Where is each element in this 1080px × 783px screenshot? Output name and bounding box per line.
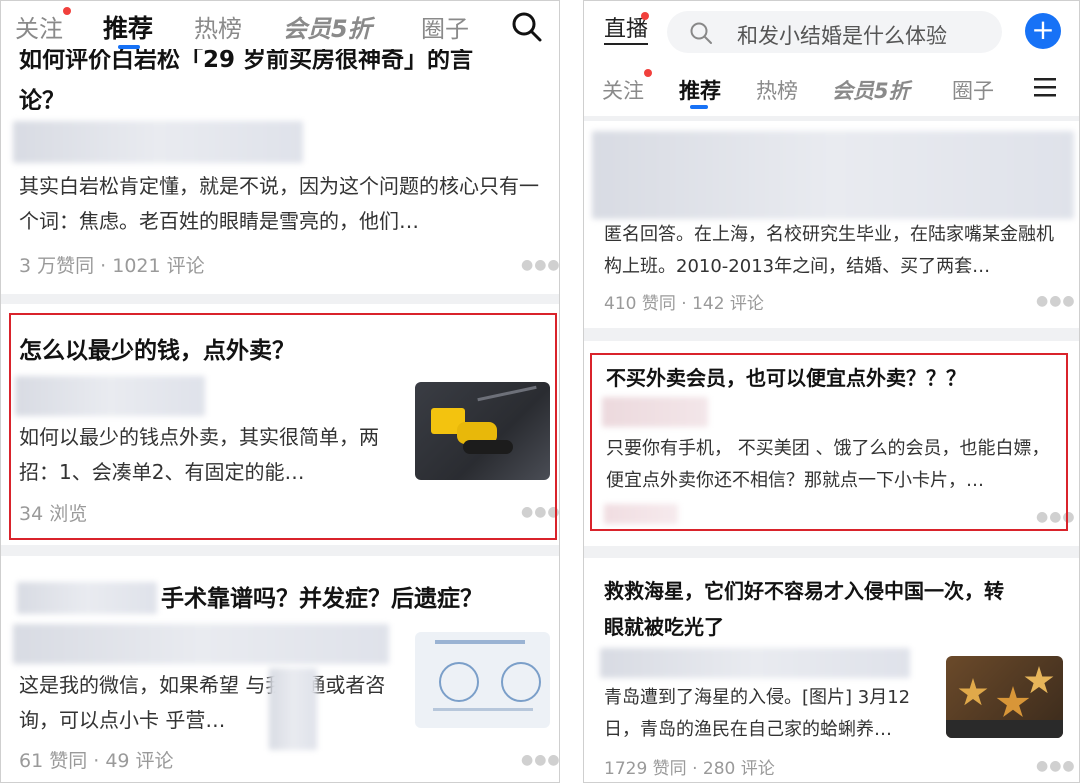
tab-vip[interactable]: 会员5折: [283, 9, 372, 44]
right-phone-screen: 直播 和发小结婚是什么体验 + 关注 推荐 热榜 会员5折 圈子 匿名回答。在上…: [583, 0, 1080, 783]
author-info-blurred: [13, 121, 303, 163]
more-icon[interactable]: ●●●: [1036, 509, 1076, 525]
feed-card[interactable]: 手术靠谱吗？并发症？后遗症？ 这是我的微信，如果希望 与我沟通或者咨询，可以点小…: [1, 556, 559, 782]
notification-dot: [63, 7, 71, 15]
plus-icon[interactable]: +: [1025, 13, 1061, 49]
delivery-rider-image: [415, 382, 550, 480]
author-info-blurred: [13, 624, 389, 664]
card-title-cont[interactable]: 论？: [19, 82, 65, 120]
tab-circle[interactable]: 圈子: [952, 75, 994, 105]
card-excerpt[interactable]: 青岛遭到了海星的入侵。[图片] 3月12日，青岛的渔民在自己家的蛤蜊养…: [604, 682, 944, 746]
card-title[interactable]: 如何评价白岩松「29 岁前买房很神奇」的言: [19, 49, 473, 79]
tab-circle[interactable]: 圈子: [421, 9, 469, 44]
feed-card[interactable]: 匿名回答。在上海，名校研究生毕业，在陆家嘴某金融机构上班。2010-2013年之…: [584, 121, 1079, 328]
meta-blurred: [604, 504, 678, 524]
author-info-blurred: [15, 376, 205, 416]
search-placeholder: 和发小结婚是什么体验: [737, 24, 947, 48]
author-info-blurred: [600, 648, 910, 678]
tab-recommend[interactable]: 推荐: [103, 9, 153, 45]
notification-dot: [644, 69, 652, 77]
card-title-cont[interactable]: 眼就被吃光了: [604, 608, 724, 646]
tab-recommend[interactable]: 推荐: [679, 75, 721, 105]
live-button[interactable]: 直播: [604, 17, 649, 45]
tab-hot[interactable]: 热榜: [194, 9, 242, 44]
card-meta: 410 赞同 · 142 评论: [604, 294, 764, 314]
menu-icon[interactable]: [1034, 77, 1056, 97]
feed-card[interactable]: 救救海星，它们好不容易才入侵中国一次，转 眼就被吃光了 青岛遭到了海星的入侵。[…: [584, 558, 1079, 782]
top-header: 直播 和发小结婚是什么体验 + 关注 推荐 热榜 会员5折 圈子: [584, 1, 1079, 116]
card-excerpt[interactable]: 这是我的微信，如果希望 与我沟通或者咨询，可以点小卡 乎营…: [19, 668, 399, 738]
tab-follow[interactable]: 关注: [15, 9, 63, 44]
more-icon[interactable]: ●●●: [521, 752, 559, 768]
card-meta: 1729 赞同 · 280 评论: [604, 759, 775, 779]
blurred-title-prefix: [17, 582, 157, 614]
blurred-title: [592, 131, 1074, 219]
more-icon[interactable]: ●●●: [521, 504, 559, 520]
card-meta: 34 浏览: [19, 503, 88, 525]
left-phone-screen: 关注 推荐 热榜 会员5折 圈子 如何评价白岩松「29 岁前买房很神奇」的言 论…: [0, 0, 560, 783]
active-tab-indicator: [690, 105, 708, 109]
card-excerpt[interactable]: 只要你有手机， 不买美团 、饿了么的会员，也能白嫖，便宜点外卖你还不相信？那就点…: [606, 433, 1062, 497]
card-title[interactable]: 救救海星，它们好不容易才入侵中国一次，转: [604, 572, 1004, 610]
more-icon[interactable]: ●●●: [1036, 758, 1076, 774]
notification-dot: [641, 12, 649, 20]
search-input[interactable]: 和发小结婚是什么体验: [667, 11, 1002, 53]
card-excerpt[interactable]: 如何以最少的钱点外卖，其实很简单，两招：1、会凑单2、有固定的能…: [19, 420, 399, 490]
more-icon[interactable]: ●●●: [521, 257, 559, 273]
top-tab-bar: 关注 推荐 热榜 会员5折 圈子: [1, 1, 559, 53]
author-info-blurred: [602, 397, 708, 427]
more-icon[interactable]: ●●●: [1036, 293, 1076, 309]
feed-card[interactable]: 如何评价白岩松「29 岁前买房很神奇」的言 论？ 其实白岩松肯定懂，就是不说，因…: [1, 49, 559, 294]
starfish-image: [946, 656, 1063, 738]
tab-vip[interactable]: 会员5折: [832, 75, 910, 105]
feed-card-highlighted[interactable]: 不买外卖会员，也可以便宜点外卖？？？ 只要你有手机， 不买美团 、饿了么的会员，…: [584, 341, 1079, 546]
feed-card-highlighted[interactable]: 怎么以最少的钱，点外卖？ 如何以最少的钱点外卖，其实很简单，两招：1、会凑单2、…: [1, 304, 559, 545]
card-excerpt[interactable]: 其实白岩松肯定懂，就是不说，因为这个问题的核心只有一个词：焦虑。老百姓的眼睛是雪…: [19, 169, 541, 239]
search-icon: [690, 22, 712, 44]
card-meta: 3 万赞同 · 1021 评论: [19, 255, 205, 277]
card-excerpt[interactable]: 匿名回答。在上海，名校研究生毕业，在陆家嘴某金融机构上班。2010-2013年之…: [604, 219, 1064, 283]
card-title[interactable]: 怎么以最少的钱，点外卖？: [19, 332, 295, 370]
search-icon[interactable]: [511, 11, 543, 43]
card-meta: 61 赞同 · 49 评论: [19, 750, 174, 772]
tab-hot[interactable]: 热榜: [756, 75, 798, 105]
tab-follow[interactable]: 关注: [602, 75, 644, 105]
card-title[interactable]: 不买外卖会员，也可以便宜点外卖？？？: [606, 359, 966, 397]
medical-diagram-image: [415, 632, 550, 728]
blurred-redaction: [269, 668, 317, 750]
card-title[interactable]: 手术靠谱吗？并发症？后遗症？: [161, 580, 483, 618]
